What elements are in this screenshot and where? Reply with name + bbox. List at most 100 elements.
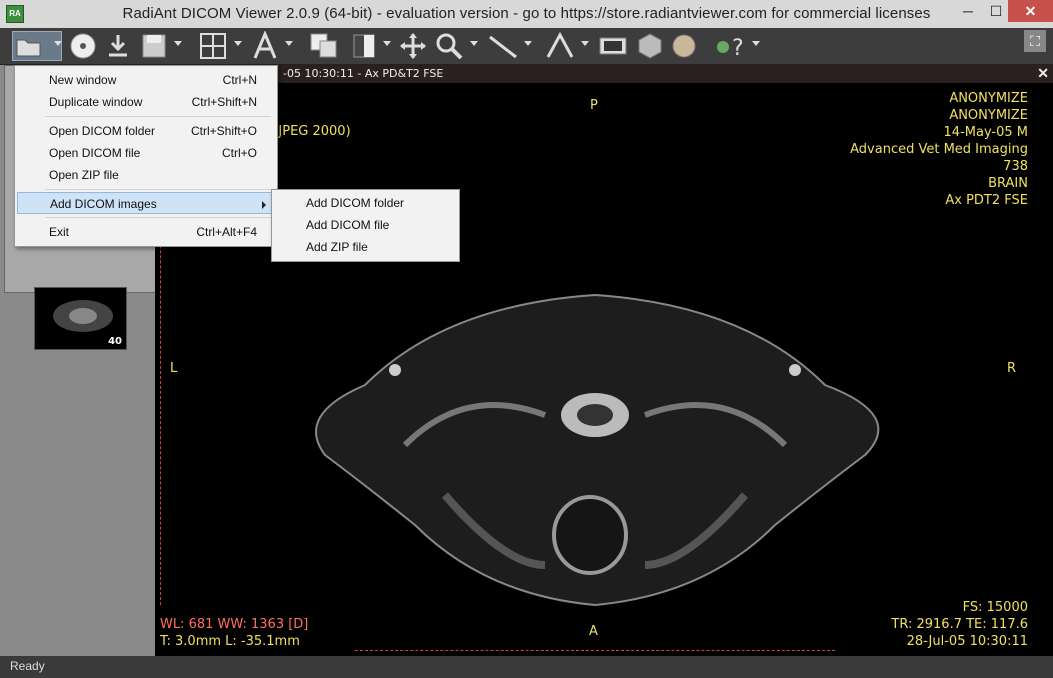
cd-dvd-button[interactable] [68,31,98,61]
menu-item-open-dicom-folder[interactable]: Open DICOM folder Ctrl+Shift+O [17,120,275,142]
patient-dob-sex: 14-May-05 M [943,125,1028,140]
help-dropdown-icon[interactable] [752,41,760,46]
acquisition-date: 28-Jul-05 10:30:11 [906,634,1028,649]
mpr-button[interactable] [636,31,664,61]
pan-button[interactable] [398,31,428,61]
menu-item-shortcut: Ctrl+N [222,73,257,87]
window-title: RadiAnt DICOM Viewer 2.0.9 (64-bit) - ev… [122,5,931,22]
image-viewport[interactable]: -05 10:30:11 - Ax PD&T2 FSE ✕ on (JPEG 2… [155,65,1053,656]
orientation-bottom: A [589,624,598,639]
menu-separator [45,116,271,117]
add-dicom-submenu: Add DICOM folder Add DICOM file Add ZIP … [271,189,460,262]
series-button[interactable] [308,31,344,61]
fullscreen-button[interactable]: ⛶ [1024,30,1046,52]
slice-thickness-readout: T: 3.0mm L: -35.1mm [160,634,300,649]
menu-item-open-zip-file[interactable]: Open ZIP file [17,164,275,186]
toolbar: ? ⛶ [0,28,1053,65]
series-thumbnail[interactable]: 40 [34,287,127,350]
open-menu: New window Ctrl+N Duplicate window Ctrl+… [14,65,278,247]
study-number: 738 [1003,159,1028,174]
patient-id: ANONYMIZE [949,108,1028,123]
annotation-dropdown-icon[interactable] [285,41,293,46]
submenu-item-add-dicom-file[interactable]: Add DICOM file [306,218,389,232]
patient-info: ANONYMIZE ANONYMIZE 14-May-05 M Advanced… [850,90,1028,209]
measure-button[interactable] [486,31,520,61]
save-button[interactable] [140,31,168,61]
menu-item-new-window[interactable]: New window Ctrl+N [17,69,275,91]
status-text: Ready [10,659,45,673]
status-bar: Ready [0,656,1053,678]
mpr-icon [636,31,664,61]
menu-item-duplicate-window[interactable]: Duplicate window Ctrl+Shift+N [17,91,275,113]
menu-item-exit[interactable]: Exit Ctrl+Alt+F4 [17,221,275,243]
fusion-icon [670,31,698,61]
menu-item-label: Duplicate window [49,95,143,109]
viewport-header: -05 10:30:11 - Ax PD&T2 FSE ✕ [155,65,1053,83]
3d-mpr-icon [544,31,576,61]
menu-item-label: Exit [49,225,70,239]
menu-item-add-dicom-images[interactable]: Add DICOM images [17,192,275,214]
field-strength: FS: 15000 [962,600,1028,615]
open-dropdown-icon[interactable] [54,41,62,46]
menu-item-shortcut: Ctrl+Shift+N [191,95,257,109]
open-folder-button[interactable] [12,31,62,61]
patient-name: ANONYMIZE [949,91,1028,106]
measure-dropdown-icon[interactable] [524,41,532,46]
mri-image [315,293,880,607]
fullscreen-icon: ⛶ [1030,33,1040,49]
minimize-button[interactable]: ─ [955,0,981,22]
annotation-button[interactable] [250,31,280,61]
cd-dvd-icon [68,31,98,61]
menu-separator [45,217,271,218]
menu-item-label: Add DICOM images [50,197,157,211]
maximize-button[interactable]: ☐ [983,0,1009,22]
window-level-button[interactable] [350,31,378,61]
submenu-arrow-icon [262,201,266,209]
layout-grid-icon [198,31,228,61]
menu-item-open-dicom-file[interactable]: Open DICOM file Ctrl+O [17,142,275,164]
help-icon: ? [714,31,746,61]
window-level-dropdown-icon[interactable] [383,41,391,46]
series-description: Ax PDT2 FSE [945,193,1028,208]
save-dropdown-icon[interactable] [174,41,182,46]
annotation-text-icon [250,31,280,61]
3d-button[interactable] [544,31,576,61]
institution: Advanced Vet Med Imaging [850,142,1028,157]
video-icon [598,31,628,61]
menu-item-shortcut: Ctrl+Shift+O [190,124,257,138]
download-button[interactable] [104,31,132,61]
3d-dropdown-icon[interactable] [581,41,589,46]
video-button[interactable] [598,31,628,61]
menu-item-shortcut: Ctrl+O [221,146,257,160]
submenu-item-add-zip-file[interactable]: Add ZIP file [306,240,368,254]
open-folder-icon [13,32,61,60]
close-button[interactable]: ✕ [1008,0,1053,22]
study-description: BRAIN [988,176,1028,191]
zoom-dropdown-icon[interactable] [470,41,478,46]
submenu-item-add-dicom-folder[interactable]: Add DICOM folder [306,196,404,210]
orientation-top: P [590,98,598,113]
layout-button[interactable] [198,31,228,61]
menu-item-label: New window [49,73,117,87]
zoom-icon [434,31,464,61]
orientation-right: R [1007,361,1017,376]
window-level-readout: WL: 681 WW: 1363 [D] [160,617,309,632]
viewport-close-button[interactable]: ✕ [1037,65,1049,82]
menu-item-label: Open DICOM file [49,146,141,160]
pan-icon [398,31,428,61]
orientation-left: L [170,361,178,376]
save-icon [140,31,168,61]
menu-item-label: Open DICOM folder [49,124,156,138]
zoom-button[interactable] [434,31,464,61]
layout-dropdown-icon[interactable] [234,41,242,46]
fusion-button[interactable] [670,31,698,61]
download-icon [104,31,132,61]
svg-text:?: ? [732,36,744,61]
series-icon [308,31,344,61]
menu-item-shortcut: Ctrl+Alt+F4 [196,225,257,239]
scale-bar-horizontal [355,650,835,652]
menu-separator [45,189,271,190]
viewport-header-text: -05 10:30:11 - Ax PD&T2 FSE [283,67,444,80]
help-button[interactable]: ? [714,31,746,61]
thumbnail-count: 40 [108,336,122,347]
